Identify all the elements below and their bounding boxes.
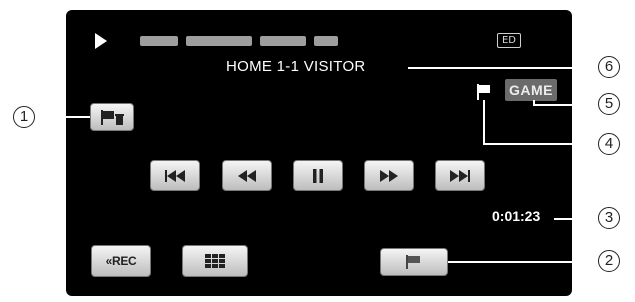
- callout-4: 4: [598, 133, 620, 155]
- callout-4-leader: [483, 100, 485, 144]
- callout-6: 6: [598, 56, 620, 78]
- play-status-icon: [95, 33, 107, 49]
- pause-button[interactable]: [293, 160, 343, 191]
- masked-date-segment: [140, 36, 178, 46]
- callout-3-leader: [554, 218, 600, 220]
- flag-trash-icon: [101, 110, 124, 125]
- callout-4-leader: [483, 143, 598, 145]
- callout-2: 2: [598, 250, 620, 272]
- callout-2-leader: [448, 261, 600, 263]
- flag-button[interactable]: [380, 248, 448, 276]
- callout-5-leader: [533, 104, 599, 106]
- masked-date-segment: [186, 36, 252, 46]
- rewind-icon: [238, 169, 256, 182]
- index-screen-button[interactable]: [182, 245, 248, 277]
- flag-icon: [477, 84, 490, 100]
- skip-previous-icon: [165, 169, 185, 182]
- callout-1: 1: [13, 106, 35, 128]
- elapsed-time: 0:01:23: [492, 208, 541, 224]
- scene-title: HOME 1-1 VISITOR: [226, 58, 366, 75]
- flag-icon: [406, 255, 420, 269]
- rewind-button[interactable]: [222, 160, 272, 191]
- masked-time-segment: [314, 36, 338, 46]
- fast-forward-icon: [380, 169, 398, 182]
- callout-1-leader: [34, 116, 90, 118]
- rec-mode-button[interactable]: « REC: [91, 245, 151, 277]
- rec-button-label: REC: [111, 254, 137, 268]
- grid-icon: [205, 254, 225, 268]
- callout-6-leader: [408, 67, 600, 69]
- skip-next-icon: [450, 169, 470, 182]
- pause-icon: [313, 168, 323, 183]
- game-tag: GAME: [505, 79, 557, 101]
- fast-forward-button[interactable]: [364, 160, 414, 191]
- skip-previous-button[interactable]: [150, 160, 200, 191]
- skip-next-button[interactable]: [435, 160, 485, 191]
- game-mode-button[interactable]: [90, 103, 134, 131]
- masked-time-segment: [260, 36, 306, 46]
- callout-3: 3: [598, 207, 620, 229]
- quality-badge: ED: [497, 33, 521, 48]
- callout-5: 5: [598, 93, 620, 115]
